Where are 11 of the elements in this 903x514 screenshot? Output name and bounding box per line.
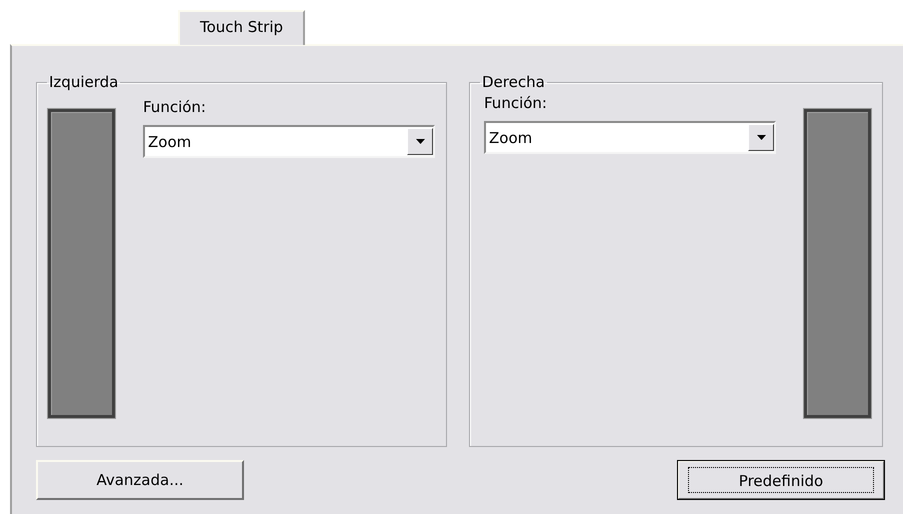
function-label: Función: <box>143 97 207 117</box>
push-button[interactable]: Avanzada... <box>36 460 244 500</box>
push-button[interactable]: Predefinido <box>677 460 885 500</box>
function-dropdown[interactable]: Zoom <box>143 125 435 158</box>
dropdown-arrow-icon <box>416 139 424 144</box>
function-dropdown[interactable]: Zoom <box>484 121 776 154</box>
group-title: Derecha <box>481 73 546 91</box>
tab[interactable]: Touch Strip <box>178 10 305 45</box>
function-label: Función: <box>484 93 548 113</box>
dropdown-arrow-icon <box>756 135 766 140</box>
group-title: Izquierda <box>48 73 120 91</box>
